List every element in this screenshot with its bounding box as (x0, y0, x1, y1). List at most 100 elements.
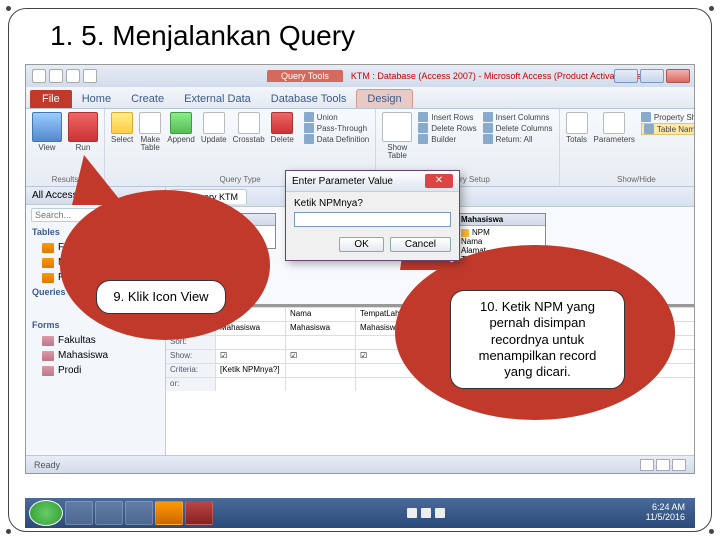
insert-cols-button[interactable]: Insert Columns (483, 112, 553, 122)
view-datasheet-icon[interactable] (640, 459, 654, 471)
property-sheet-icon (641, 112, 651, 122)
tab-database-tools[interactable]: Database Tools (261, 90, 357, 108)
grid-cell[interactable]: Nama (286, 308, 356, 321)
parameters-label: Parameters (594, 136, 635, 144)
form-icon (42, 351, 54, 361)
datadef-button[interactable]: Data Definition (304, 134, 369, 144)
table-names-button[interactable]: Table Names (641, 123, 695, 135)
dialog-title: Enter Parameter Value (292, 176, 393, 187)
table-icon (42, 258, 54, 268)
table-icon (42, 273, 54, 283)
totals-button[interactable]: Totals (566, 112, 588, 144)
parameters-icon (603, 112, 625, 134)
nav-item-label: Fakultas (58, 335, 96, 346)
passthrough-button[interactable]: Pass-Through (304, 123, 369, 133)
close-button[interactable] (666, 69, 690, 83)
totals-label: Totals (566, 136, 587, 144)
grid-cell[interactable]: ☑ (286, 350, 356, 363)
ok-button[interactable]: OK (339, 237, 383, 252)
key-icon (461, 229, 469, 237)
tray-icons[interactable] (407, 508, 445, 518)
maximize-button[interactable] (640, 69, 664, 83)
redo-icon[interactable] (83, 69, 97, 83)
crosstab-button[interactable]: Crosstab (233, 112, 265, 144)
taskbar-app-icon[interactable] (125, 501, 153, 525)
grid-cell[interactable] (216, 336, 286, 349)
taskbar-access-icon[interactable] (185, 501, 213, 525)
parameters-button[interactable]: Parameters (594, 112, 635, 144)
form-icon (42, 366, 54, 376)
table-box-header: Mahasiswa (457, 214, 545, 226)
minimize-button[interactable] (614, 69, 638, 83)
save-icon[interactable] (49, 69, 63, 83)
grid-cell[interactable] (356, 378, 426, 391)
tray-flag-icon[interactable] (407, 508, 417, 518)
builder-button[interactable]: Builder (418, 134, 476, 144)
table-names-label: Table Names (657, 125, 695, 134)
delete-rows-icon (418, 123, 428, 133)
builder-icon (418, 134, 428, 144)
status-bar: Ready (26, 455, 694, 473)
parameter-input[interactable] (294, 212, 451, 227)
delete-cols-label: Delete Columns (496, 124, 553, 133)
tab-file[interactable]: File (30, 90, 72, 108)
nav-form-mahasiswa[interactable]: Mahasiswa (26, 348, 165, 363)
start-button[interactable] (29, 500, 63, 526)
tab-external-data[interactable]: External Data (174, 90, 261, 108)
union-icon (304, 112, 314, 122)
tab-design[interactable]: Design (356, 89, 412, 108)
tab-create[interactable]: Create (121, 90, 174, 108)
delete-cols-button[interactable]: Delete Columns (483, 123, 553, 133)
cancel-button[interactable]: Cancel (390, 237, 451, 252)
grid-cell[interactable] (286, 378, 356, 391)
insert-rows-label: Insert Rows (431, 113, 473, 122)
grid-cell[interactable] (216, 378, 286, 391)
view-button[interactable]: View (32, 112, 62, 152)
taskbar-app-icon[interactable] (95, 501, 123, 525)
view-sql-icon[interactable] (656, 459, 670, 471)
grid-cell[interactable]: [Ketik NPMnya?] (216, 364, 286, 377)
access-icon (32, 69, 46, 83)
grid-cell[interactable] (286, 336, 356, 349)
nav-item-label: Mahasiswa (58, 350, 108, 361)
return-icon (483, 134, 493, 144)
update-label: Update (201, 136, 227, 144)
union-button[interactable]: Union (304, 112, 369, 122)
insert-rows-button[interactable]: Insert Rows (418, 112, 476, 122)
view-design-icon[interactable] (672, 459, 686, 471)
property-sheet-button[interactable]: Property Sheet (641, 112, 695, 122)
title-bar: Query Tools KTM : Database (Access 2007)… (26, 65, 694, 87)
tray-clock[interactable]: 6:24 AM 11/5/2016 (646, 503, 691, 523)
datadef-label: Data Definition (317, 135, 369, 144)
tray-volume-icon[interactable] (435, 508, 445, 518)
taskbar-powerpoint-icon[interactable] (155, 501, 183, 525)
update-button[interactable]: Update (201, 112, 227, 144)
taskbar-explorer-icon[interactable] (65, 501, 93, 525)
delete-rows-button[interactable]: Delete Rows (418, 123, 476, 133)
append-button[interactable]: Append (167, 112, 195, 144)
tab-home[interactable]: Home (72, 90, 121, 108)
grid-cell[interactable]: Mahasiswa (286, 322, 356, 335)
undo-icon[interactable] (66, 69, 80, 83)
nav-section-queries-label: Queries (32, 287, 66, 298)
run-button[interactable]: Run (68, 112, 98, 152)
grid-cell[interactable]: ☑ (216, 350, 286, 363)
tray-network-icon[interactable] (421, 508, 431, 518)
insert-cols-label: Insert Columns (496, 113, 550, 122)
grid-cell[interactable] (286, 364, 356, 377)
return-dropdown[interactable]: Return: All (483, 134, 553, 144)
delete-query-icon (271, 112, 293, 134)
show-table-label: Show Table (387, 144, 407, 160)
datasheet-view-icon (32, 112, 62, 142)
datadef-icon (304, 134, 314, 144)
delete-query-button[interactable]: Delete (271, 112, 294, 144)
group-show-hide: Totals Parameters Property Sheet Table N… (560, 109, 695, 186)
dialog-close-button[interactable]: ✕ (425, 174, 453, 188)
show-table-button[interactable]: Show Table (382, 112, 412, 160)
nav-form-prodi[interactable]: Prodi (26, 363, 165, 378)
insert-rows-icon (418, 112, 428, 122)
select-button[interactable]: Select (111, 112, 133, 144)
append-icon (170, 112, 192, 134)
make-table-button[interactable]: Make Table (139, 112, 161, 152)
form-icon (42, 336, 54, 346)
